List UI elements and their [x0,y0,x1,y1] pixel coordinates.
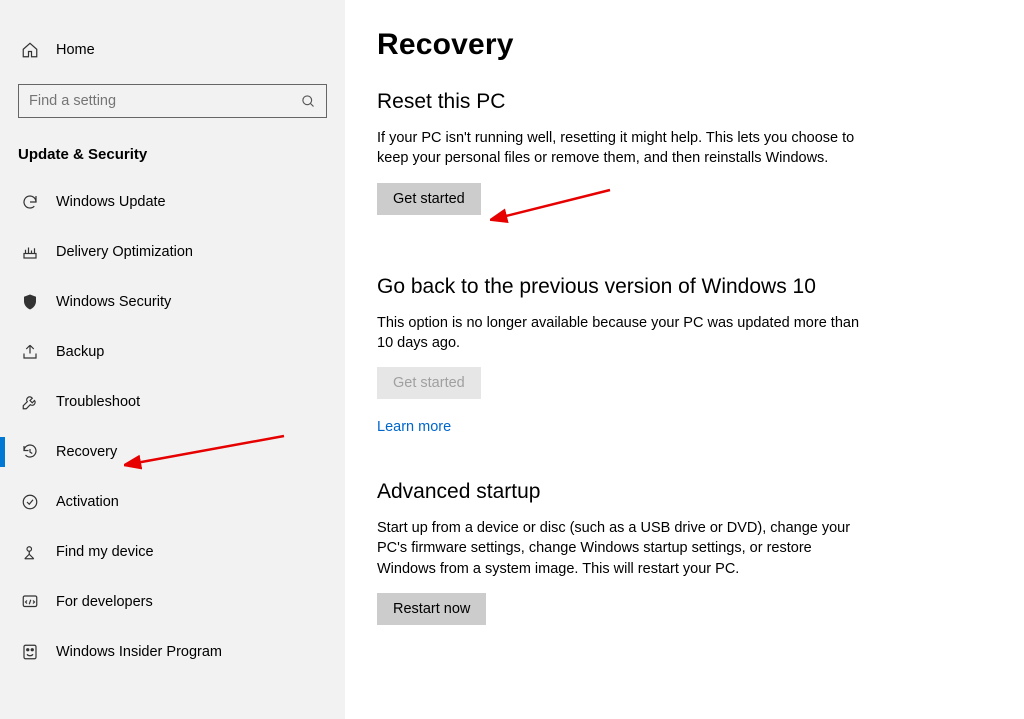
sidebar-item-activation[interactable]: Activation [0,477,345,527]
home-label: Home [56,42,95,58]
sidebar-item-delivery-optimization[interactable]: Delivery Optimization [0,227,345,277]
sidebar: Home Update & Security Windows Update De… [0,0,345,719]
learn-more-link[interactable]: Learn more [377,419,451,435]
sidebar-item-find-my-device[interactable]: Find my device [0,527,345,577]
sidebar-item-label: Troubleshoot [56,394,140,410]
main-content: Recovery Reset this PC If your PC isn't … [345,0,1024,719]
restart-now-button[interactable]: Restart now [377,593,486,625]
sidebar-item-label: Windows Security [56,294,171,310]
section-advanced-startup: Advanced startup Start up from a device … [377,480,984,625]
section-heading: Go back to the previous version of Windo… [377,275,984,299]
sidebar-item-troubleshoot[interactable]: Troubleshoot [0,377,345,427]
sidebar-item-windows-security[interactable]: Windows Security [0,277,345,327]
section-body: If your PC isn't running well, resetting… [377,128,867,169]
sidebar-item-windows-insider-program[interactable]: Windows Insider Program [0,627,345,677]
sidebar-item-recovery[interactable]: Recovery [0,427,345,477]
section-body: This option is no longer available becau… [377,313,867,354]
get-started-button[interactable]: Get started [377,183,481,215]
home-link[interactable]: Home [0,30,345,70]
sidebar-section-title: Update & Security [0,136,345,177]
page-title: Recovery [377,28,984,62]
section-body: Start up from a device or disc (such as … [377,518,867,579]
section-heading: Advanced startup [377,480,984,504]
backup-icon [20,343,40,361]
section-heading: Reset this PC [377,90,984,114]
home-icon [20,41,40,59]
check-icon [20,493,40,511]
sidebar-item-label: For developers [56,594,153,610]
sidebar-item-windows-update[interactable]: Windows Update [0,177,345,227]
recovery-icon [20,443,40,461]
sidebar-item-label: Recovery [56,444,117,460]
sidebar-item-label: Find my device [56,544,154,560]
sidebar-item-for-developers[interactable]: For developers [0,577,345,627]
sidebar-item-label: Activation [56,494,119,510]
section-reset-this-pc: Reset this PC If your PC isn't running w… [377,90,984,215]
sidebar-item-label: Windows Update [56,194,166,210]
get-started-button-disabled: Get started [377,367,481,399]
section-go-back: Go back to the previous version of Windo… [377,275,984,437]
wrench-icon [20,393,40,411]
sidebar-item-label: Backup [56,344,104,360]
delivery-icon [20,243,40,261]
sidebar-item-label: Windows Insider Program [56,644,222,660]
search-input[interactable] [29,93,301,109]
search-input-wrapper[interactable] [18,84,327,118]
insider-icon [20,643,40,661]
shield-icon [20,293,40,311]
search-icon [301,94,316,109]
sidebar-item-label: Delivery Optimization [56,244,193,260]
developer-icon [20,593,40,611]
sidebar-item-backup[interactable]: Backup [0,327,345,377]
sync-icon [20,193,40,211]
find-icon [20,543,40,561]
